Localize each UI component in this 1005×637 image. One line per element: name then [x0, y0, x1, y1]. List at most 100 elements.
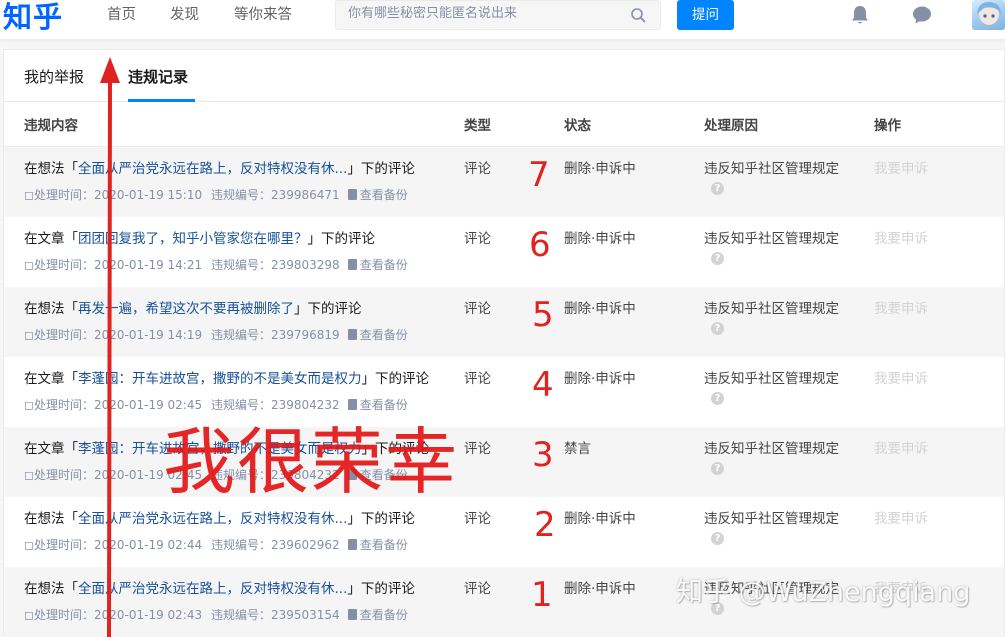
- tab-my-reports[interactable]: 我的举报: [24, 67, 84, 87]
- help-icon[interactable]: ?: [711, 252, 724, 265]
- document-icon: [347, 539, 357, 550]
- appeal-button[interactable]: 我要申诉: [874, 440, 928, 458]
- time-label: 处理时间：: [33, 608, 94, 622]
- view-backup-link[interactable]: 查看备份: [360, 188, 408, 202]
- content-link[interactable]: 再发一遍，希望这次不要再被删除了: [78, 301, 294, 317]
- user-avatar[interactable]: [972, 0, 1005, 30]
- view-backup-link[interactable]: 查看备份: [360, 398, 408, 412]
- help-icon[interactable]: ?: [711, 532, 724, 545]
- violation-content: 在文章「李蓬园：开车进故宫，撒野的不是美女而是权力」下的评论: [24, 440, 429, 458]
- violation-reason: 违反知乎社区管理规定: [704, 371, 839, 387]
- violation-reason: 违反知乎社区管理规定: [704, 511, 839, 527]
- content-link[interactable]: 团团回复我了，知乎小管家您在哪里？: [78, 231, 308, 247]
- handwritten-number-annotation: 2: [534, 505, 556, 545]
- document-icon: [347, 469, 357, 480]
- view-backup-link[interactable]: 查看备份: [360, 328, 408, 342]
- violation-id-label: 违规编号：: [210, 258, 271, 272]
- content-prefix: 在文章「: [24, 441, 78, 457]
- content-link[interactable]: 李蓬园：开车进故宫，撒野的不是美女而是权力: [78, 441, 362, 457]
- appeal-button[interactable]: 我要申诉: [874, 510, 928, 528]
- violation-status: 删除·申诉中: [564, 581, 636, 597]
- handwritten-number-annotation: 1: [531, 575, 553, 615]
- view-backup-link[interactable]: 查看备份: [360, 538, 408, 552]
- zhihu-logo[interactable]: 知乎: [3, 0, 63, 35]
- bell-icon[interactable]: [849, 4, 871, 26]
- appeal-button[interactable]: 我要申诉: [874, 300, 928, 318]
- tab-violation-records[interactable]: 违规记录: [128, 67, 188, 87]
- violation-status: 删除·申诉中: [564, 511, 636, 527]
- handwritten-number-annotation: 6: [529, 225, 551, 265]
- appeal-button[interactable]: 我要申诉: [874, 580, 928, 598]
- violation-id: 239803298: [270, 258, 340, 272]
- help-icon[interactable]: ?: [711, 322, 724, 335]
- content-prefix: 在想法「: [24, 581, 78, 597]
- violation-type: 评论: [464, 301, 491, 317]
- column-header-reason: 处理原因: [704, 118, 758, 134]
- violation-status: 删除·申诉中: [564, 161, 636, 177]
- clock-icon: ◻: [24, 328, 34, 342]
- chat-icon[interactable]: [911, 4, 933, 26]
- content-link[interactable]: 全面从严治党永远在路上，反对特权没有休...: [78, 511, 347, 527]
- violation-reason: 违反知乎社区管理规定: [704, 161, 839, 177]
- active-tab-indicator: [128, 99, 195, 102]
- clock-icon: ◻: [24, 538, 34, 552]
- violation-id-label: 违规编号：: [210, 328, 271, 342]
- table-row: 在想法「再发一遍，希望这次不要再被删除了」下的评论 ◻处理时间：2020-01-1…: [4, 287, 1004, 357]
- help-icon[interactable]: ?: [711, 182, 724, 195]
- view-backup-link[interactable]: 查看备份: [360, 258, 408, 272]
- content-prefix: 在想法「: [24, 511, 78, 527]
- violation-meta: ◻处理时间：2020-01-19 14:19 违规编号：239796819 查看备…: [24, 327, 408, 343]
- appeal-button[interactable]: 我要申诉: [874, 370, 928, 388]
- time-label: 处理时间：: [33, 538, 94, 552]
- violation-status: 删除·申诉中: [564, 371, 636, 387]
- view-backup-link[interactable]: 查看备份: [360, 608, 408, 622]
- violation-reason: 违反知乎社区管理规定: [704, 441, 839, 457]
- help-icon[interactable]: ?: [711, 462, 724, 475]
- table-row: 在想法「全面从严治党永远在路上，反对特权没有休...」下的评论 ◻处理时间：202…: [4, 567, 1004, 637]
- column-header-type: 类型: [464, 118, 491, 134]
- violation-reason: 违反知乎社区管理规定: [704, 231, 839, 247]
- view-backup-link[interactable]: 查看备份: [360, 468, 408, 482]
- help-icon[interactable]: ?: [711, 392, 724, 405]
- violation-type: 评论: [464, 581, 491, 597]
- violation-id-label: 违规编号：: [210, 608, 271, 622]
- violation-content: 在想法「全面从严治党永远在路上，反对特权没有休...」下的评论: [24, 580, 415, 598]
- violation-meta: ◻处理时间：2020-01-19 02:44 违规编号：239602962 查看备…: [24, 537, 408, 553]
- table-row: 在文章「团团回复我了，知乎小管家您在哪里？」下的评论 ◻处理时间：2020-01-…: [4, 217, 1004, 287]
- search-box: [335, 0, 661, 30]
- violation-meta: ◻处理时间：2020-01-19 02:45 违规编号：239804232 查看备…: [24, 397, 408, 413]
- appeal-button[interactable]: 我要申诉: [874, 230, 928, 248]
- content-suffix: 」下的评论: [361, 441, 430, 457]
- search-input[interactable]: [348, 6, 618, 21]
- time-label: 处理时间：: [33, 328, 94, 342]
- time-label: 处理时间：: [33, 188, 94, 202]
- violation-id-label: 违规编号：: [210, 468, 271, 482]
- content-prefix: 在想法「: [24, 161, 78, 177]
- nav-home[interactable]: 首页: [107, 6, 136, 24]
- violation-status: 禁言: [564, 441, 591, 457]
- clock-icon: ◻: [24, 398, 34, 412]
- violation-status: 删除·申诉中: [564, 231, 636, 247]
- nav-discover[interactable]: 发现: [170, 6, 199, 24]
- violation-content: 在想法「全面从严治党永远在路上，反对特权没有休...」下的评论: [24, 160, 415, 178]
- nav-waiting-answers[interactable]: 等你来答: [234, 6, 292, 24]
- content-link[interactable]: 全面从严治党永远在路上，反对特权没有休...: [78, 581, 347, 597]
- table-row: 在想法「全面从严治党永远在路上，反对特权没有休...」下的评论 ◻处理时间：202…: [4, 497, 1004, 567]
- violation-meta: ◻处理时间：2020-01-19 02:43 违规编号：239503154 查看备…: [24, 607, 408, 623]
- search-icon[interactable]: [630, 7, 646, 23]
- violation-id: 239503154: [270, 608, 340, 622]
- tab-bar: 我的举报 违规记录: [4, 50, 1004, 102]
- content-suffix: 」下的评论: [347, 511, 415, 527]
- time-label: 处理时间：: [33, 398, 94, 412]
- violation-type: 评论: [464, 511, 491, 527]
- content-suffix: 」下的评论: [361, 371, 430, 387]
- content-link[interactable]: 全面从严治党永远在路上，反对特权没有休...: [78, 161, 347, 177]
- help-icon[interactable]: ?: [711, 602, 724, 615]
- ask-question-button[interactable]: 提问: [677, 0, 734, 30]
- content-prefix: 在想法「: [24, 301, 78, 317]
- column-header-content: 违规内容: [24, 118, 78, 134]
- violation-id-label: 违规编号：: [210, 538, 271, 552]
- appeal-button[interactable]: 我要申诉: [874, 160, 928, 178]
- content-link[interactable]: 李蓬园：开车进故宫，撒野的不是美女而是权力: [78, 371, 362, 387]
- content-suffix: 」下的评论: [347, 581, 415, 597]
